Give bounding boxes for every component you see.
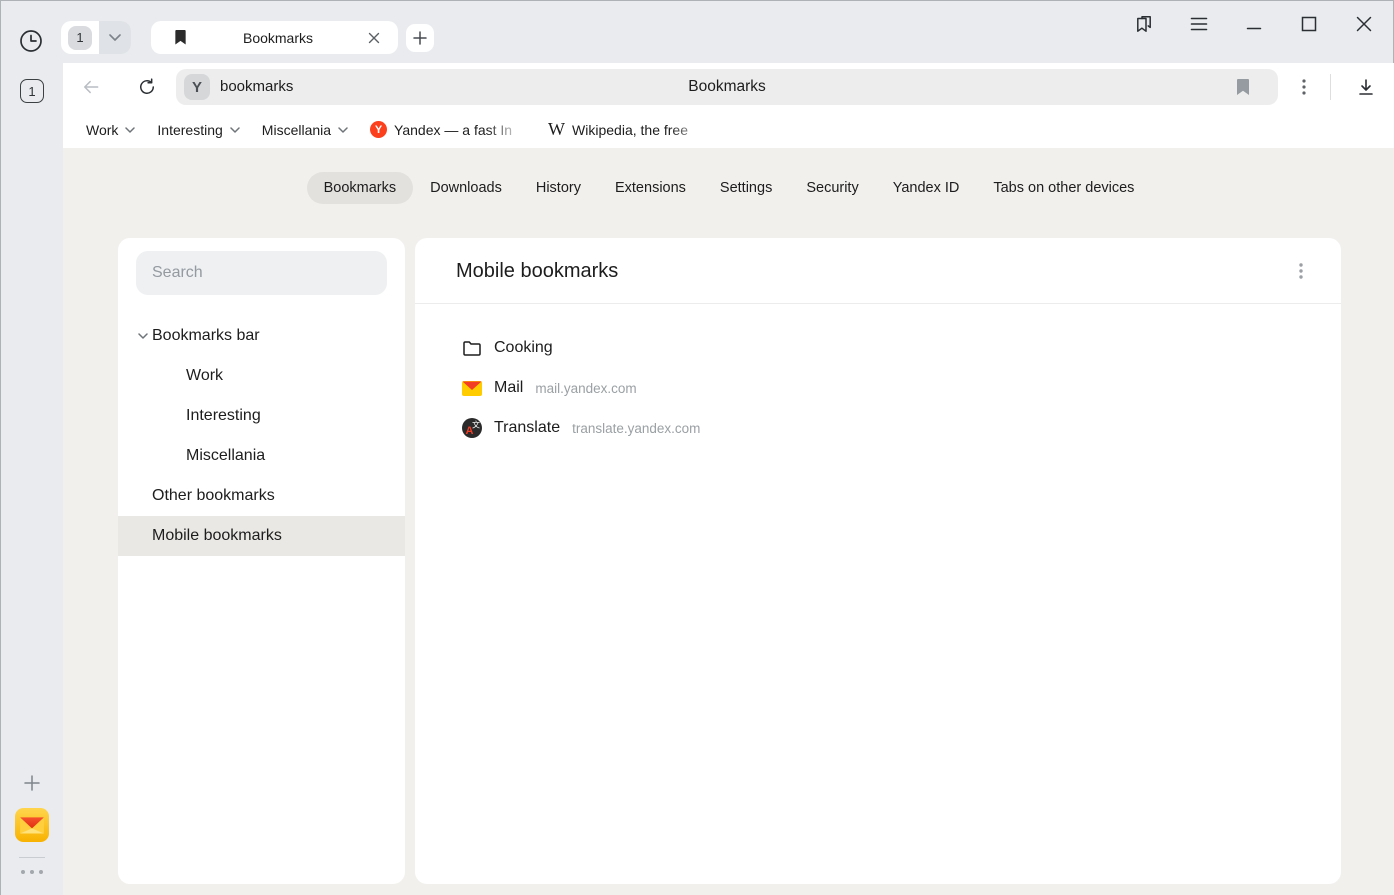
browser-tab-bookmarks[interactable]: Bookmarks	[151, 21, 398, 54]
chevron-down-icon	[230, 127, 240, 133]
link-label: Yandex — a fast In	[394, 122, 526, 138]
folder-icon	[462, 338, 482, 358]
tab-list-dropdown[interactable]	[99, 21, 131, 54]
tab-downloads[interactable]: Downloads	[413, 172, 519, 204]
bookmarks-tree: Bookmarks bar Work Interesting Miscellan…	[118, 316, 405, 556]
tree-item-mobile-bookmarks[interactable]: Mobile bookmarks	[118, 516, 405, 556]
page-title: Bookmarks	[176, 69, 1278, 105]
tab-yandex-id[interactable]: Yandex ID	[876, 172, 977, 204]
svg-text:文: 文	[472, 420, 480, 430]
rail-tab-counter[interactable]: 1	[20, 79, 44, 103]
panel-header: Mobile bookmarks	[415, 238, 1341, 304]
tab-group-counter[interactable]: 1	[61, 21, 99, 54]
tab-history[interactable]: History	[519, 172, 598, 204]
folder-kebab-icon[interactable]	[1294, 262, 1308, 280]
bookmarks-bar-link-wikipedia[interactable]: W Wikipedia, the free	[548, 119, 712, 140]
tree-item-label: Bookmarks bar	[152, 327, 260, 345]
chevron-down-icon	[338, 127, 348, 133]
plus-icon	[413, 31, 427, 45]
tree-item-bookmarks-bar[interactable]: Bookmarks bar	[118, 316, 405, 356]
list-item-translate[interactable]: A文 Translate translate.yandex.com	[415, 408, 1341, 448]
window-controls	[1132, 12, 1376, 36]
search-input[interactable]	[136, 251, 387, 295]
tab-extensions[interactable]: Extensions	[598, 172, 703, 204]
address-bar[interactable]: Y bookmarks Bookmarks	[176, 69, 1278, 105]
manager-nav-tabs: Bookmarks Downloads History Extensions S…	[63, 172, 1394, 204]
link-label: Wikipedia, the free	[572, 122, 712, 138]
bookmark-url: mail.yandex.com	[535, 381, 636, 396]
wikipedia-favicon-icon: W	[548, 119, 565, 140]
new-tab-button[interactable]	[406, 24, 434, 52]
left-rail: 1	[1, 63, 63, 895]
browser-toolbar: Y bookmarks Bookmarks	[63, 63, 1394, 111]
reload-icon[interactable]	[137, 77, 157, 97]
bookmark-url: translate.yandex.com	[572, 421, 700, 436]
yandex-favicon-icon: Y	[370, 121, 387, 138]
yandex-mail-app-icon[interactable]	[15, 808, 49, 842]
bookmark-flag-icon[interactable]	[1236, 78, 1250, 96]
chevron-down-icon	[109, 34, 121, 41]
history-clock-icon[interactable]	[19, 29, 43, 53]
bookmarks-bar-link-yandex[interactable]: Y Yandex — a fast In	[370, 121, 526, 138]
tab-close-icon[interactable]	[368, 32, 380, 44]
back-icon[interactable]	[81, 77, 101, 97]
chevron-down-icon	[125, 127, 135, 133]
folder-title: Mobile bookmarks	[456, 238, 618, 304]
list-item-cooking[interactable]: Cooking	[415, 328, 1341, 368]
tab-other-devices[interactable]: Tabs on other devices	[976, 172, 1151, 204]
tab-count-label: 1	[76, 30, 83, 45]
tab-title: Bookmarks	[188, 30, 368, 46]
rail-add-button[interactable]	[22, 773, 42, 793]
folder-label: Work	[86, 122, 118, 138]
bookmarks-bar-folder-work[interactable]: Work	[86, 122, 135, 138]
chevron-down-icon[interactable]	[138, 333, 148, 339]
plus-icon	[22, 773, 42, 793]
tab-settings[interactable]: Settings	[703, 172, 789, 204]
tab-bookmarks[interactable]: Bookmarks	[307, 172, 414, 204]
tree-item-other-bookmarks[interactable]: Other bookmarks	[118, 476, 405, 516]
tree-item-label: Miscellania	[186, 447, 265, 465]
rail-more-button[interactable]	[1, 870, 63, 874]
toolbar-kebab-icon[interactable]	[1296, 78, 1312, 96]
folder-label: Miscellania	[262, 122, 331, 138]
collections-icon[interactable]	[1132, 12, 1156, 36]
rail-tab-count-label: 1	[28, 84, 35, 99]
close-icon[interactable]	[1352, 12, 1376, 36]
bookmarks-sidebar-panel: Bookmarks bar Work Interesting Miscellan…	[118, 238, 405, 884]
tab-strip: 1 Bookmarks	[1, 1, 1393, 63]
tree-item-label: Work	[186, 367, 223, 385]
bookmarks-manager-page: Bookmarks Downloads History Extensions S…	[63, 148, 1394, 895]
toolbar-divider	[1330, 74, 1331, 100]
yandex-mail-favicon-icon	[462, 378, 482, 398]
bookmark-title: Mail	[494, 379, 523, 397]
rail-divider	[19, 857, 45, 858]
tree-item-miscellania[interactable]: Miscellania	[118, 436, 405, 476]
bookmarks-bar-folder-miscellania[interactable]: Miscellania	[262, 122, 348, 138]
browser-window: 1 Bookmarks 1	[0, 0, 1394, 895]
tab-group-control[interactable]: 1	[61, 21, 131, 54]
bookmark-favicon-icon	[173, 29, 188, 46]
bookmark-title: Translate	[494, 419, 560, 437]
yandex-translate-favicon-icon: A文	[462, 418, 482, 438]
tree-item-label: Interesting	[186, 407, 261, 425]
tree-item-interesting[interactable]: Interesting	[118, 396, 405, 436]
download-icon[interactable]	[1356, 77, 1376, 97]
minimize-icon[interactable]	[1242, 12, 1266, 36]
list-item-mail[interactable]: Mail mail.yandex.com	[415, 368, 1341, 408]
folder-label: Interesting	[157, 122, 222, 138]
bookmarks-bar: Work Interesting Miscellania Y Yandex — …	[63, 111, 1394, 148]
tree-item-label: Other bookmarks	[152, 487, 275, 505]
tab-security[interactable]: Security	[789, 172, 875, 204]
tree-item-work[interactable]: Work	[118, 356, 405, 396]
maximize-icon[interactable]	[1297, 12, 1321, 36]
bookmark-list: Cooking Mail mail.yandex.com A文 Translat…	[415, 304, 1341, 448]
tree-item-label: Mobile bookmarks	[152, 527, 282, 545]
bookmark-title: Cooking	[494, 339, 553, 357]
menu-icon[interactable]	[1187, 12, 1211, 36]
bookmarks-bar-folder-interesting[interactable]: Interesting	[157, 122, 239, 138]
bookmarks-main-panel: Mobile bookmarks Cooking Mail mail.yande…	[415, 238, 1341, 884]
